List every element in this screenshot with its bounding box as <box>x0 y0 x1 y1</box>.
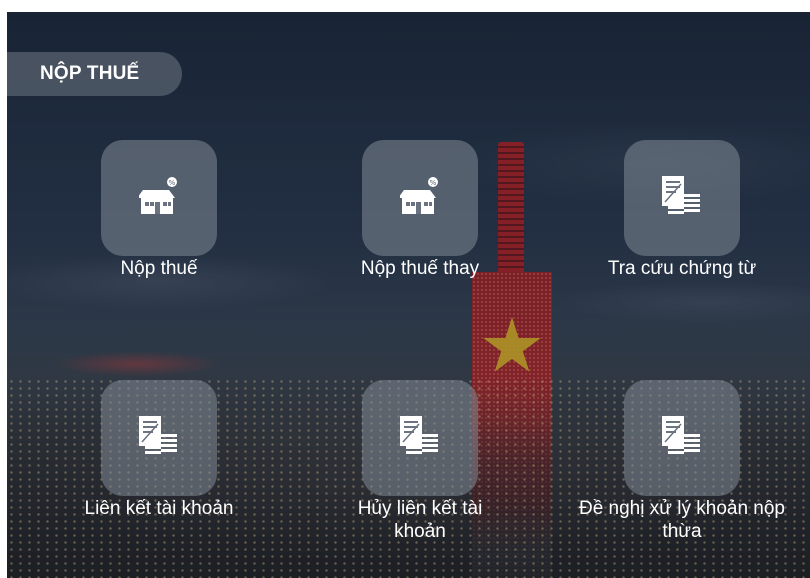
tax-payment-screen: NỘP THUẾ % Nộp thuế % Nộp thuế thay Tra … <box>7 12 810 578</box>
nop-thue-thay-label[interactable]: Nộp thuế thay <box>300 257 540 280</box>
nop-thue-label[interactable]: Nộp thuế <box>39 257 279 280</box>
document-stack-icon <box>662 416 700 454</box>
tra-cuu-chung-tu-button[interactable] <box>624 140 740 256</box>
document-stack-icon <box>400 416 438 454</box>
svg-text:%: % <box>169 179 176 187</box>
lien-ket-tai-khoan-button[interactable] <box>101 380 217 496</box>
huy-lien-ket-tai-khoan-button[interactable] <box>362 380 478 496</box>
nop-thue-thay-button[interactable]: % <box>362 140 478 256</box>
document-stack-icon <box>662 176 700 214</box>
house-tax-icon: % <box>139 177 177 214</box>
de-nghi-xu-ly-khoan-nop-thua-label[interactable]: Đề nghị xử lý khoản nộp thừa <box>577 497 787 543</box>
house-tax-icon: % <box>400 177 438 214</box>
lien-ket-tai-khoan-label[interactable]: Liên kết tài khoản <box>39 497 279 520</box>
tra-cuu-chung-tu-label[interactable]: Tra cứu chứng từ <box>562 257 802 280</box>
page-title: NỘP THUẾ <box>40 63 140 84</box>
svg-text:%: % <box>430 179 437 187</box>
de-nghi-xu-ly-khoan-nop-thua-button[interactable] <box>624 380 740 496</box>
huy-lien-ket-tai-khoan-label[interactable]: Hủy liên kết tài khoản <box>350 497 490 543</box>
document-stack-icon <box>139 416 177 454</box>
nop-thue-button[interactable]: % <box>101 140 217 256</box>
